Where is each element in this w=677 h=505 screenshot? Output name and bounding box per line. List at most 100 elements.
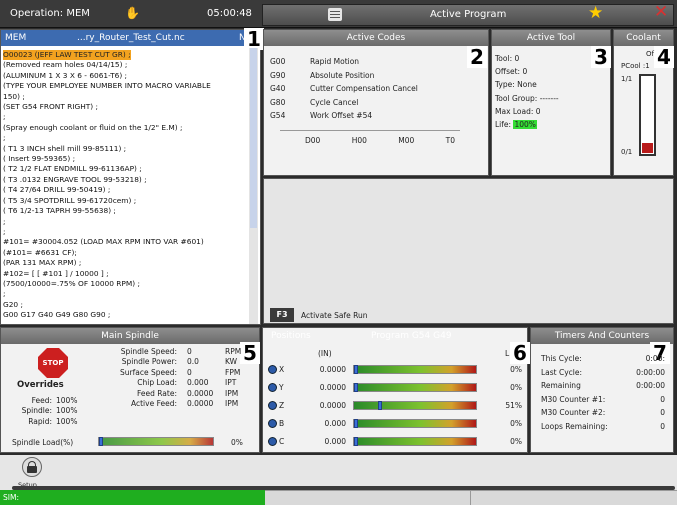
override-value: 100%	[56, 406, 78, 416]
axis-select-icon[interactable]	[268, 383, 277, 392]
operation-label: Operation: MEM	[10, 8, 90, 19]
axis-value: 0.0000	[319, 401, 346, 410]
axis-load-bar	[353, 383, 477, 392]
active-code-row: G54 Work Offset #54	[270, 109, 480, 123]
program-code-area[interactable]: O00023 (JEFF LAW TEST CUT GR) ; (Removed…	[3, 50, 249, 322]
program-line: ;	[3, 216, 6, 226]
spindle-stat-unit: IPM	[225, 399, 239, 409]
spindle-stat-row: Spindle Power: 0.0 KW	[95, 357, 245, 367]
spindle-load-label: Spindle Load(%)	[12, 438, 74, 447]
favorite-star-icon[interactable]: ★	[588, 3, 603, 23]
spindle-stat-label: Spindle Speed:	[120, 347, 177, 356]
axis-select-icon[interactable]	[268, 401, 277, 410]
spindle-stat-unit: RPM	[225, 347, 242, 356]
safe-run-key[interactable]: F3	[270, 308, 294, 322]
callout-badge-3: 3	[591, 46, 611, 68]
spindle-load-gradient	[99, 438, 213, 445]
program-line: ( T2 1/2 FLAT ENDMILL 99-61136AP) ;	[3, 164, 142, 174]
axis-load-marker	[378, 401, 382, 410]
axis-load-marker	[354, 383, 358, 392]
status-sim-label: SIM:	[3, 493, 19, 502]
axis-row: C 0.000 0%	[264, 433, 526, 451]
timer-row: This Cycle: 0:00:	[541, 352, 665, 366]
axis-value: 0.000	[324, 419, 346, 428]
tool-group: Tool Group: -------	[495, 93, 559, 103]
spindle-stat-unit: IPT	[225, 378, 237, 388]
coolant-gauge-fill	[642, 143, 653, 153]
axis-load-bar	[353, 365, 477, 374]
timer-value: 0:00:00	[636, 381, 665, 390]
timer-label: Remaining	[541, 381, 581, 390]
spindle-stat-label: Chip Load:	[137, 378, 177, 388]
spindle-header: Main Spindle	[1, 328, 259, 344]
axis-load-value: 0%	[510, 383, 522, 392]
status-divider	[470, 491, 471, 505]
spindle-stat-unit: IPM	[225, 388, 239, 398]
program-line: #102= [ [ #101 ] / 10000 ] ;	[3, 268, 109, 278]
program-line: ( T4 27/64 DRILL 99-50419) ;	[3, 185, 111, 195]
close-icon[interactable]: ✕	[654, 2, 668, 22]
axis-name: X	[279, 365, 285, 374]
active-code-desc: Absolute Position	[310, 70, 375, 80]
axis-load-bar	[353, 437, 477, 446]
program-scrollbar-thumb[interactable]	[250, 48, 257, 228]
coolant-gauge	[639, 74, 656, 156]
axis-load-gradient	[354, 384, 476, 391]
active-code-row: G00 Rapid Motion	[270, 55, 480, 69]
axis-row: Z 0.0000 51%	[264, 397, 526, 415]
program-mode: MEM	[5, 33, 27, 43]
program-tab[interactable]: MEM ...ry_Router_Test_Cut.nc N	[1, 30, 248, 46]
timer-row: M30 Counter #2: 0	[541, 406, 665, 420]
axis-value: 0.000	[324, 437, 346, 446]
safe-run-label[interactable]: Activate Safe Run	[301, 311, 368, 320]
spindle-stat-unit: FPM	[225, 367, 241, 377]
bottom-bar	[0, 455, 677, 490]
axis-select-icon[interactable]	[268, 419, 277, 428]
m-code: M00	[398, 136, 415, 145]
program-line: G20 ;	[3, 299, 23, 309]
timer-value: 0	[660, 408, 665, 417]
override-values: Feed: 100% Spindle: 100% Rapid: 100%	[10, 396, 78, 427]
timer-row: Remaining 0:00:00	[541, 379, 665, 393]
menu-icon[interactable]	[328, 8, 342, 21]
stop-icon[interactable]: STOP	[38, 348, 68, 378]
axis-load-value: 51%	[505, 401, 522, 410]
tool-life-label: Life:	[495, 120, 512, 130]
program-current-line: O00023 (JEFF LAW TEST CUT GR) ;	[3, 50, 131, 61]
axis-select-icon[interactable]	[268, 365, 277, 374]
active-codes-divider	[280, 130, 460, 131]
axis-name: C	[279, 437, 285, 446]
program-line: ( T6 1/2-13 TAPRH 99-55638) ;	[3, 206, 116, 216]
timer-label: M30 Counter #2:	[541, 408, 606, 417]
setup-button[interactable]: Setup	[16, 457, 48, 489]
coolant-header: Coolant	[614, 30, 673, 46]
timer-row: Loops Remaining: 0	[541, 420, 665, 434]
tool-number: Tool: 0	[495, 54, 520, 63]
program-line: (7500/10000=.75% OF 10000 RPM) ;	[3, 278, 140, 288]
program-line: ;	[3, 226, 6, 236]
axis-load-bar	[353, 401, 477, 410]
program-scrollbar[interactable]	[249, 48, 258, 324]
spindle-stat-value: 0	[187, 367, 192, 377]
axis-load-marker	[354, 437, 358, 446]
axis-load-value: 0%	[510, 419, 522, 428]
active-code-desc: Rapid Motion	[310, 57, 360, 66]
program-line: G00 G17 G40 G49 G80 G90 ;	[3, 310, 111, 320]
spindle-stat-unit: KW	[225, 357, 238, 367]
override-value: 100%	[56, 416, 78, 426]
active-code-desc: Cutter Compensation Cancel	[310, 84, 418, 93]
timer-value: 0:00:00	[636, 367, 665, 377]
spindle-stat-value: 0.0000	[187, 388, 214, 398]
timer-value: 0:00:	[645, 354, 665, 363]
active-tool-header: Active Tool	[492, 30, 610, 46]
spindle-stat-label: Active Feed:	[130, 399, 177, 409]
coolant-off: Of	[646, 50, 654, 58]
program-line: ( T5 3/4 SPOTDRILL 99-61720cem) ;	[3, 195, 137, 205]
spindle-stat-label: Feed Rate:	[136, 388, 177, 398]
axis-load-value: 0%	[510, 365, 522, 374]
active-codes-bottom: D00 H00 M00 T0	[305, 136, 455, 145]
active-code: G80	[270, 97, 286, 107]
axis-select-icon[interactable]	[268, 437, 277, 446]
override-value: 100%	[56, 396, 78, 405]
tool-life: Life: 100%	[495, 118, 559, 131]
